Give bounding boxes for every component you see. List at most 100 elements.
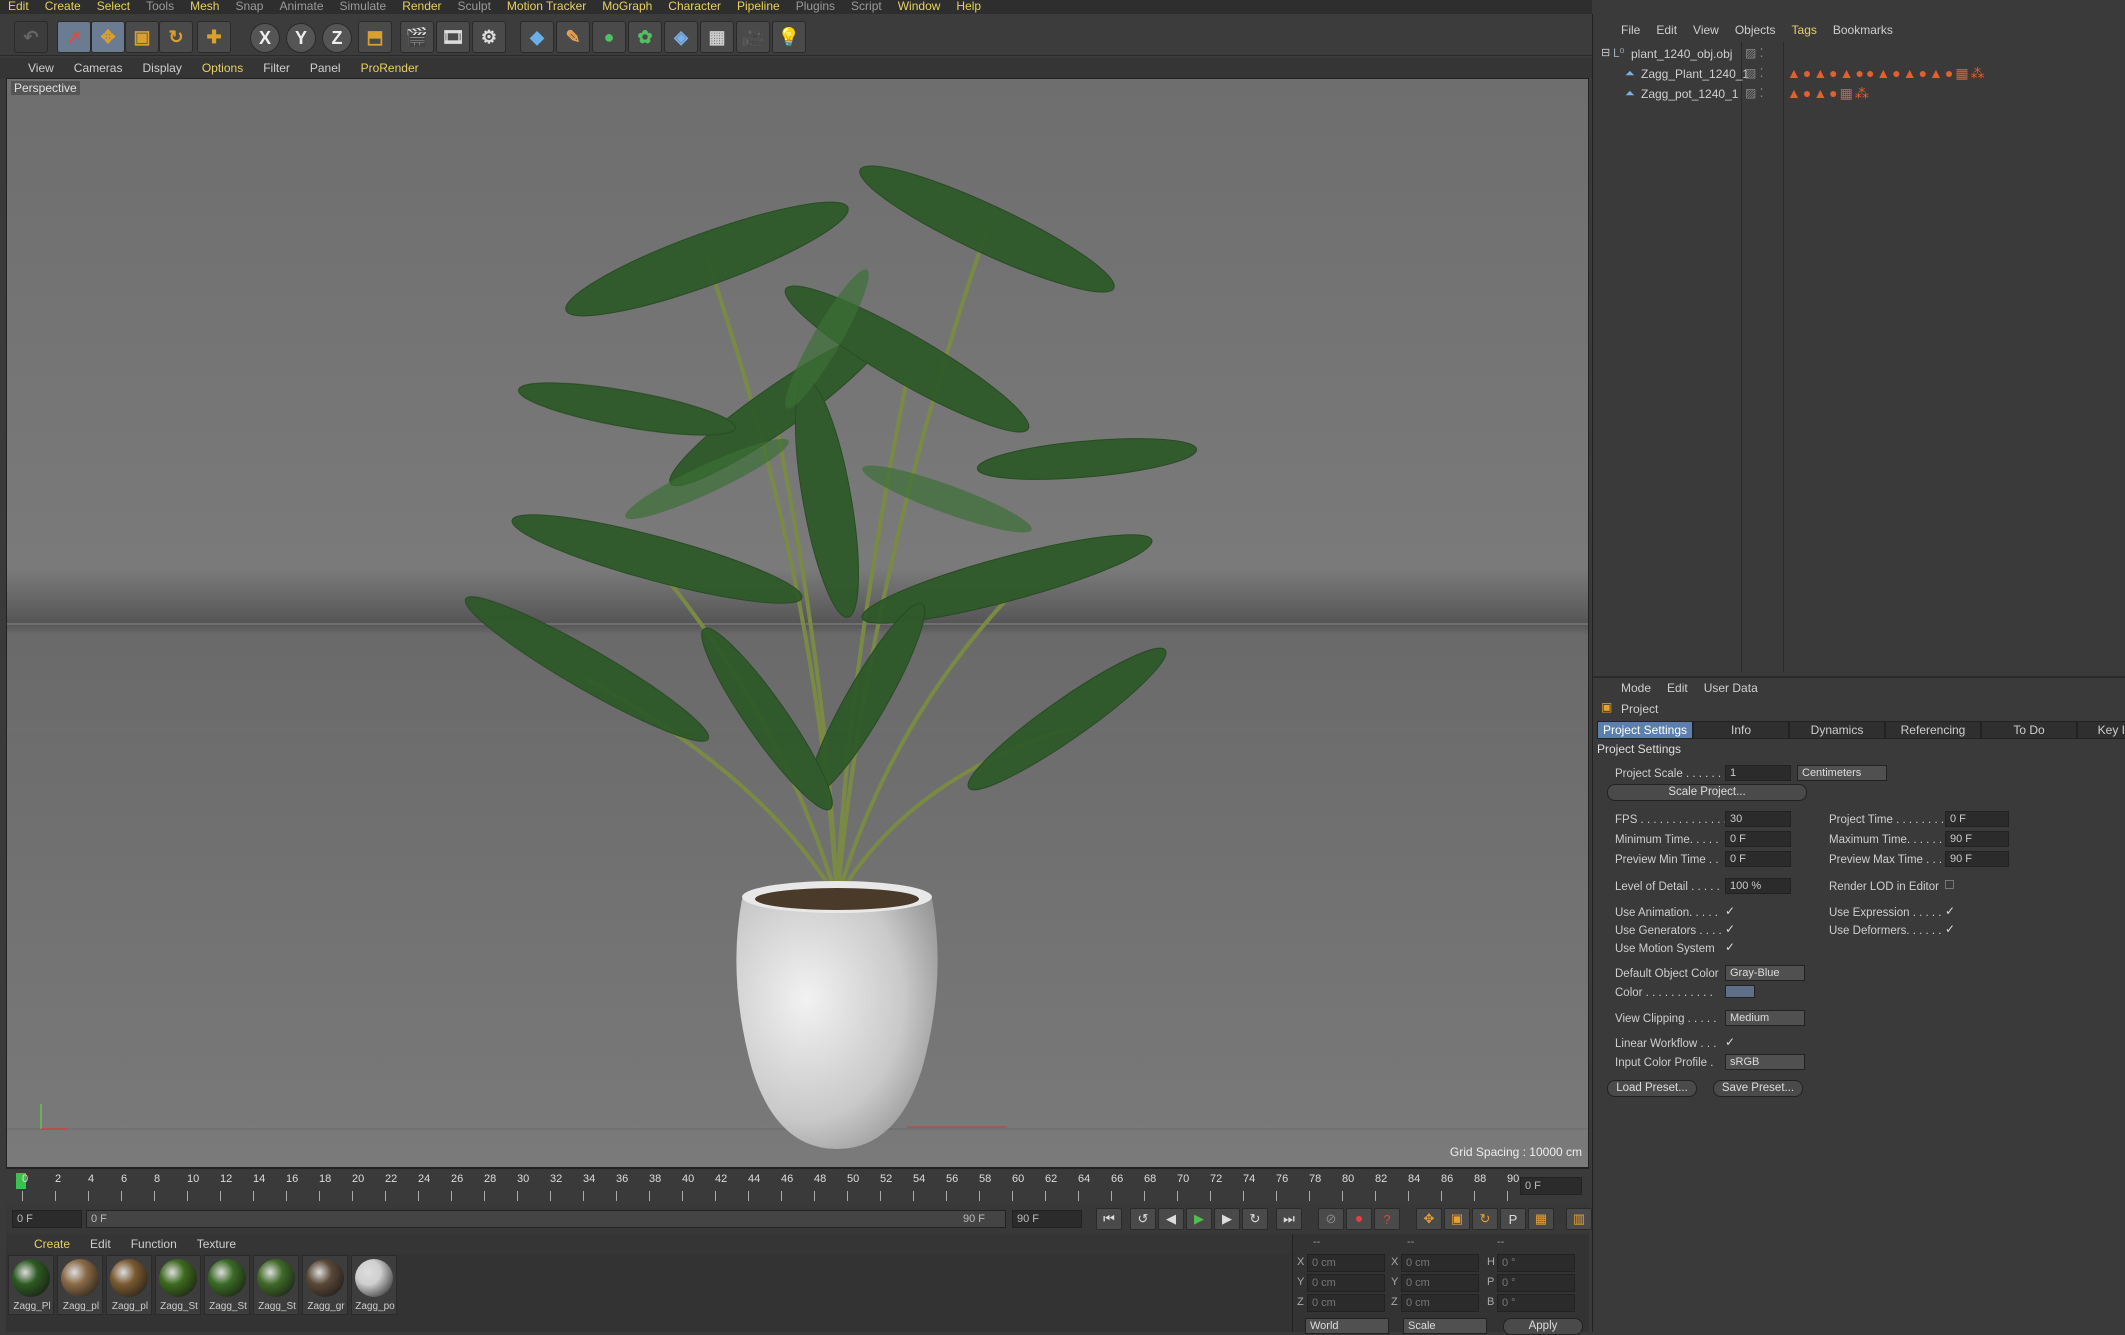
coord-field[interactable]: 0 cm [1401,1294,1479,1312]
project-scale-field[interactable]: 1 [1725,765,1791,781]
menu-sculpt[interactable]: Sculpt [450,0,499,14]
coord-field[interactable]: 0 ° [1497,1274,1575,1292]
viewport-menu-view[interactable]: View [18,61,64,75]
use-motion-checkbox[interactable]: ✓ [1725,941,1737,954]
coord-field[interactable]: 0 cm [1307,1274,1385,1292]
menu-mesh[interactable]: Mesh [182,0,227,14]
use-animation-checkbox[interactable]: ✓ [1725,905,1737,918]
material-swatch[interactable]: Zagg_St [204,1255,250,1315]
viewport-menu-filter[interactable]: Filter [253,61,300,75]
preview-min-field[interactable]: 0 F [1725,851,1791,867]
subdivision-icon[interactable]: ● [592,21,626,53]
material-swatch[interactable]: Zagg_po [351,1255,397,1315]
move-tool-icon[interactable]: ✥ [91,21,125,53]
scale-tool-icon[interactable]: ▣ [125,21,159,53]
material-swatch[interactable]: Zagg_St [253,1255,299,1315]
save-preset-button[interactable]: Save Preset... [1713,1080,1803,1097]
autokey-icon[interactable]: ? [1374,1208,1400,1230]
go-to-end-icon[interactable]: ⏭ [1276,1208,1302,1230]
tab-key-interp[interactable]: Key Interp [2077,721,2125,739]
material-tags-icon[interactable]: ▲●▲●▲●●▲●▲●▲●▦⁂ [1787,65,1987,82]
start-frame-field[interactable]: 0 F [12,1210,82,1228]
preview-max-field[interactable]: 90 F [1945,851,2009,867]
key-position-icon[interactable]: ✥ [1416,1208,1442,1230]
render-view-icon[interactable]: 🎬 [400,21,434,53]
menu-window[interactable]: Window [890,0,949,14]
color-swatch[interactable] [1725,985,1755,998]
menu-render[interactable]: Render [394,0,449,14]
key-pla-icon[interactable]: ▦ [1528,1208,1554,1230]
timeline-ruler[interactable]: 0 2 4 6 8 10 12 14 16 18 20 22 24 26 28 30 32 34 36 38 40 42 4… [6,1168,1589,1204]
object-row-pot[interactable]: ⏶ Zagg_pot_1240_1 ▨ ⁚ ▲●▲●▦⁂ [1593,84,2125,104]
floor-icon[interactable]: ▦ [700,21,734,53]
live-select-icon[interactable]: ✚ [197,21,231,53]
viewport-menu-prorender[interactable]: ProRender [351,61,429,75]
attribute-menu-edit[interactable]: Edit [1659,681,1696,695]
key-scale-icon[interactable]: ▣ [1444,1208,1470,1230]
collapse-icon[interactable]: ⊟ [1601,46,1610,59]
menu-motion-tracker[interactable]: Motion Tracker [499,0,594,14]
use-expression-checkbox[interactable]: ✓ [1945,905,1957,918]
material-swatch[interactable]: Zagg_pl [106,1255,152,1315]
menu-select[interactable]: Select [89,0,138,14]
attribute-menu-mode[interactable]: Mode [1613,681,1659,695]
deformer-icon[interactable]: ◈ [664,21,698,53]
render-settings-icon[interactable]: ⚙ [472,21,506,53]
coord-field[interactable]: 0 ° [1497,1294,1575,1312]
next-frame-icon[interactable]: ▶ [1214,1208,1240,1230]
frame-range-slider[interactable]: 0 F 90 F [86,1210,1006,1228]
tab-to-do[interactable]: To Do [1981,721,2077,739]
project-time-field[interactable]: 0 F [1945,811,2009,827]
key-parameter-icon[interactable]: P [1500,1208,1526,1230]
viewport-menu-options[interactable]: Options [192,61,253,75]
lod-field[interactable]: 100 % [1725,878,1791,894]
menu-mograph[interactable]: MoGraph [594,0,660,14]
material-swatch[interactable]: Zagg_St [155,1255,201,1315]
pen-icon[interactable]: ✎ [556,21,590,53]
material-menu-edit[interactable]: Edit [80,1237,121,1251]
object-row-plant[interactable]: ⏶ Zagg_Plant_1240_1 ▨ ⁚ ▲●▲●▲●●▲●▲●▲●▦⁂ [1593,64,2125,84]
default-color-dropdown[interactable]: Gray-Blue [1725,965,1805,981]
menu-create[interactable]: Create [37,0,89,14]
select-tool-icon[interactable]: ➚ [57,21,91,53]
previous-frame-icon[interactable]: ◀ [1158,1208,1184,1230]
next-key-icon[interactable]: ↻ [1242,1208,1268,1230]
visibility-icon[interactable]: ▨ ⁚ [1745,86,1764,100]
menu-edit[interactable]: Edit [0,0,37,14]
menu-script[interactable]: Script [843,0,890,14]
rotate-tool-icon[interactable]: ↻ [159,21,193,53]
end-frame-field[interactable]: 90 F [1012,1210,1082,1228]
x-axis-lock-button[interactable]: X [250,23,280,53]
render-picture-viewer-icon[interactable]: 🎞 [436,21,470,53]
material-swatch[interactable]: Zagg_Pl [8,1255,54,1315]
material-menu-create[interactable]: Create [24,1237,80,1251]
record-off-icon[interactable]: ⊘ [1318,1208,1344,1230]
fps-field[interactable]: 30 [1725,811,1791,827]
material-swatch[interactable]: Zagg_gr [302,1255,348,1315]
coord-field[interactable]: 0 cm [1401,1274,1479,1292]
viewport-menu-panel[interactable]: Panel [300,61,351,75]
min-time-field[interactable]: 0 F [1725,831,1791,847]
previous-key-icon[interactable]: ↺ [1130,1208,1156,1230]
y-axis-lock-button[interactable]: Y [286,23,316,53]
material-menu-texture[interactable]: Texture [187,1237,246,1251]
menu-plugins[interactable]: Plugins [788,0,843,14]
visibility-icon[interactable]: ▨ ⁚ [1745,66,1764,80]
material-tags-icon[interactable]: ▲●▲●▦⁂ [1787,85,1871,102]
object-menu-edit[interactable]: Edit [1648,23,1685,37]
max-time-field[interactable]: 90 F [1945,831,2009,847]
menu-help[interactable]: Help [948,0,989,14]
record-icon[interactable]: ⏺ [1346,1208,1372,1230]
viewport-menu-display[interactable]: Display [132,61,191,75]
tab-dynamics[interactable]: Dynamics [1789,721,1885,739]
z-axis-lock-button[interactable]: Z [322,23,352,53]
object-menu-view[interactable]: View [1685,23,1727,37]
tab-project-settings[interactable]: Project Settings [1597,721,1693,739]
attribute-menu-user-data[interactable]: User Data [1696,681,1766,695]
view-clipping-dropdown[interactable]: Medium [1725,1010,1805,1026]
menu-tools[interactable]: Tools [138,0,182,14]
material-menu-function[interactable]: Function [121,1237,187,1251]
timeline-window-icon[interactable]: ▥ [1566,1208,1592,1230]
menu-animate[interactable]: Animate [271,0,331,14]
coord-field[interactable]: 0 cm [1307,1254,1385,1272]
